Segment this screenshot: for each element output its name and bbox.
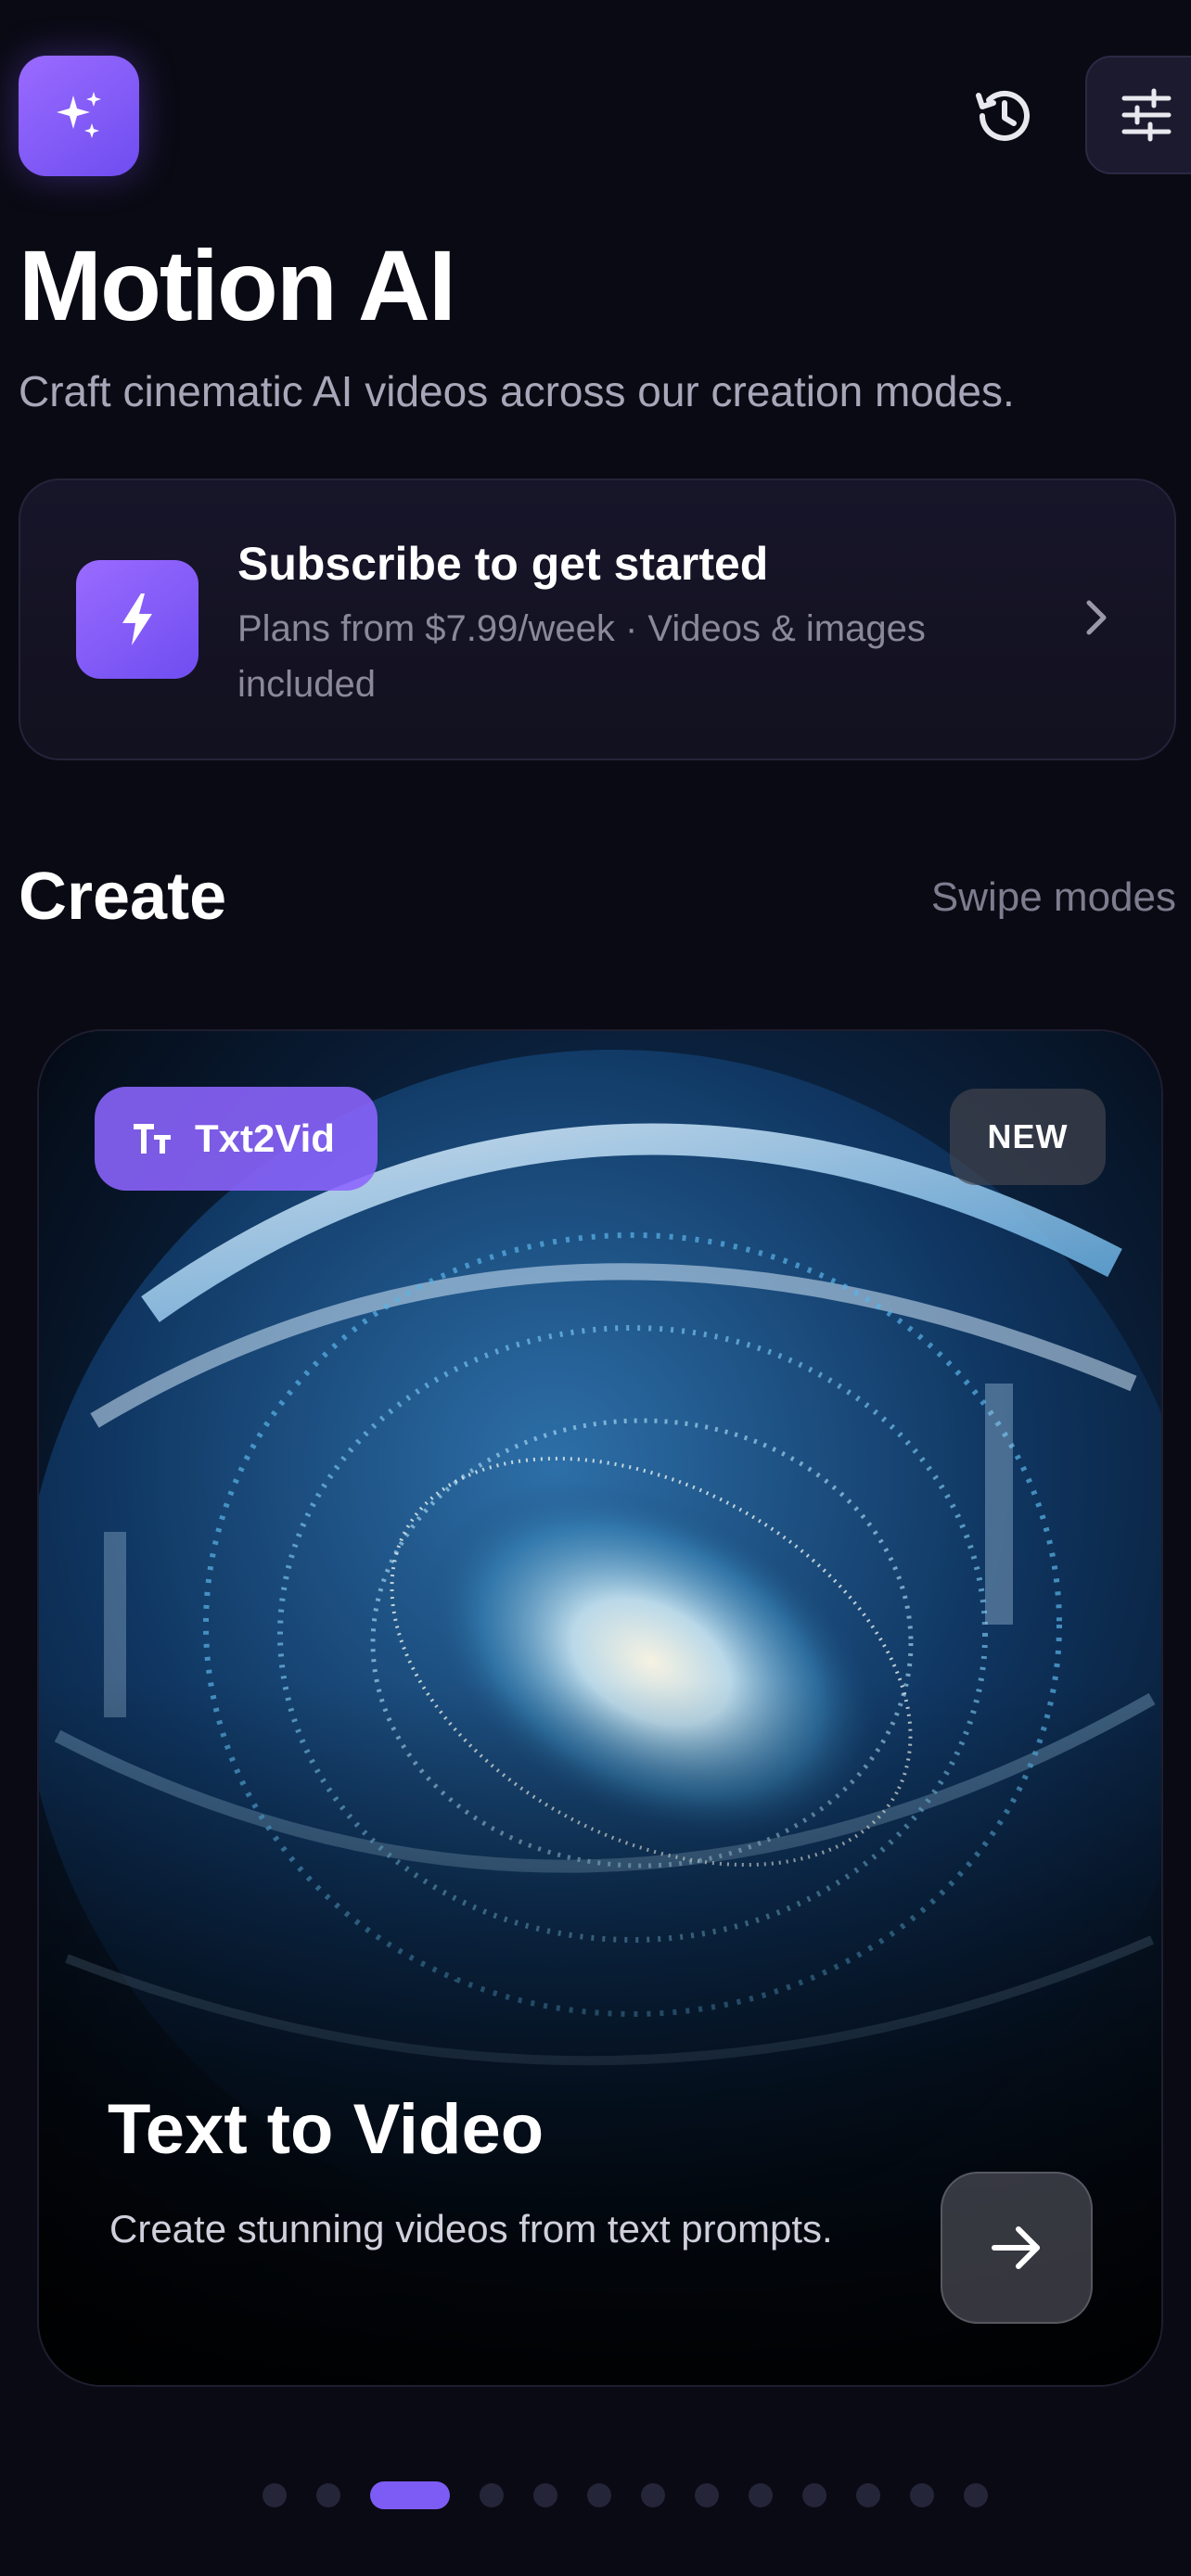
page-dot[interactable] (910, 2483, 934, 2507)
history-button[interactable] (961, 74, 1044, 158)
section-title-create: Create (19, 860, 227, 934)
page-dot[interactable] (802, 2483, 826, 2507)
page-dot[interactable] (263, 2483, 287, 2507)
mode-description: Create stunning videos from text prompts… (109, 2207, 833, 2251)
subscribe-icon-tile (76, 560, 198, 679)
page-dot[interactable] (316, 2483, 340, 2507)
mode-open-button[interactable] (941, 2172, 1093, 2324)
text-size-icon (134, 1124, 171, 1154)
chevron-right-icon (1078, 590, 1115, 645)
page-dot[interactable] (641, 2483, 665, 2507)
mode-title: Text to Video (108, 2090, 544, 2169)
page-dot[interactable] (856, 2483, 880, 2507)
page-title: Motion AI (19, 229, 456, 341)
page-indicator (0, 2481, 1191, 2509)
lightning-bolt-icon (122, 593, 152, 645)
page-dot[interactable] (964, 2483, 988, 2507)
page-dot[interactable] (533, 2483, 557, 2507)
mode-chip-txt2vid[interactable]: Txt2Vid (95, 1087, 378, 1191)
subscribe-title: Subscribe to get started (237, 538, 769, 590)
swipe-hint: Swipe modes (930, 874, 1176, 920)
settings-button[interactable] (1085, 56, 1191, 174)
app-screen: Motion AI Craft cinematic AI videos acro… (0, 0, 1191, 2576)
mode-card-text-to-video[interactable]: Txt2Vid NEW Text to Video Create stunnin… (37, 1029, 1163, 2387)
page-dot-active[interactable] (370, 2481, 450, 2509)
new-badge: NEW (950, 1089, 1106, 1185)
arrow-right-icon (992, 2226, 1040, 2269)
app-logo[interactable] (19, 56, 139, 176)
sparkles-icon (57, 92, 101, 138)
subscribe-banner[interactable]: Subscribe to get started Plans from $7.9… (19, 478, 1176, 760)
subscribe-description: Plans from $7.99/week · Videos & images … (237, 608, 926, 705)
sliders-icon (1121, 88, 1172, 142)
page-dot[interactable] (587, 2483, 611, 2507)
mode-chip-label: Txt2Vid (195, 1116, 335, 1160)
history-icon (976, 90, 1030, 141)
page-dot[interactable] (695, 2483, 719, 2507)
page-subtitle: Craft cinematic AI videos across our cre… (19, 367, 1015, 415)
page-dot[interactable] (749, 2483, 773, 2507)
page-dot[interactable] (480, 2483, 504, 2507)
